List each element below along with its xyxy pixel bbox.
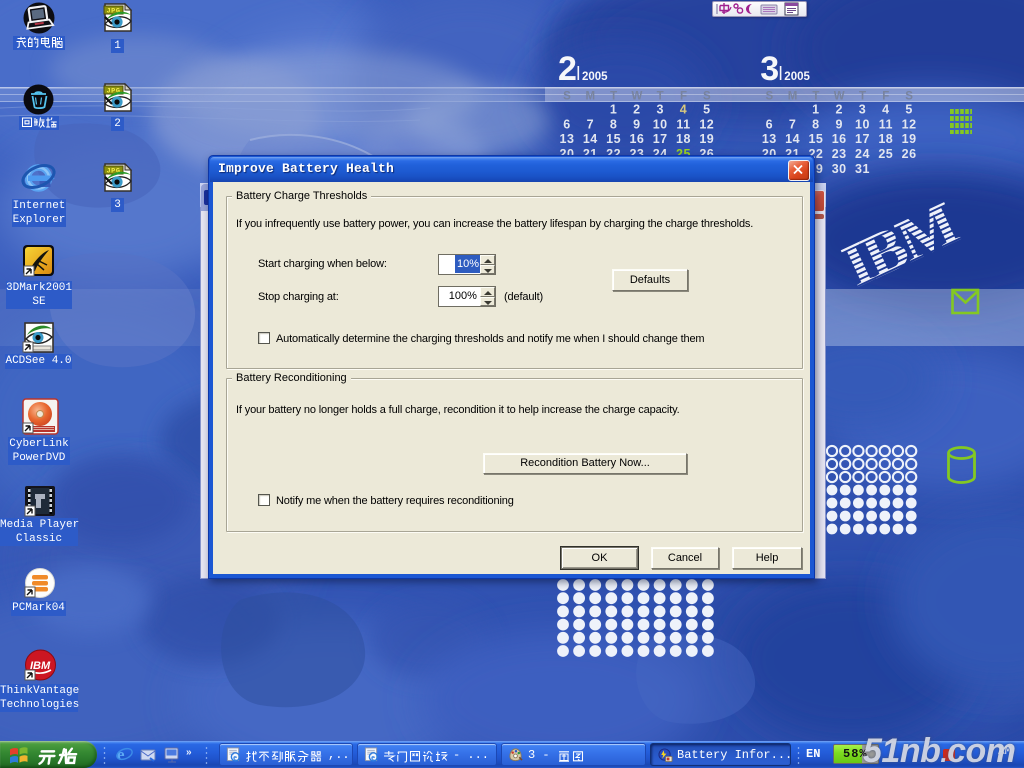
svg-text:2: 2 [558,50,577,88]
svg-text:13: 13 [762,132,777,146]
svg-text:19: 19 [699,132,714,146]
svg-text:9: 9 [835,117,842,131]
svg-text:W: W [834,91,845,103]
svg-text:3: 3 [859,103,866,117]
svg-text:8: 8 [812,117,819,131]
svg-text:2005: 2005 [582,71,608,83]
svg-text:18: 18 [676,132,691,146]
svg-text:4: 4 [680,103,687,117]
svg-text:T: T [657,91,664,103]
svg-text:T: T [859,91,866,103]
svg-text:1: 1 [812,103,819,117]
svg-text:F: F [680,91,687,103]
svg-text:13: 13 [560,132,575,146]
svg-text:2: 2 [835,103,842,117]
svg-text:11: 11 [879,117,893,131]
svg-text:17: 17 [653,132,668,146]
svg-text:7: 7 [587,117,594,131]
svg-text:16: 16 [832,132,847,146]
svg-text:12: 12 [902,117,917,131]
svg-text:30: 30 [832,162,847,176]
svg-text:5: 5 [703,103,710,117]
svg-text:e: e [371,752,375,762]
svg-text:F: F [882,91,889,103]
svg-text:15: 15 [808,132,823,146]
svg-text:25: 25 [878,147,893,161]
svg-text:5: 5 [905,103,912,117]
svg-text:3: 3 [760,50,779,88]
svg-text:2005: 2005 [784,71,810,83]
svg-text:6: 6 [563,117,570,131]
svg-text:7: 7 [789,117,796,131]
svg-text:31: 31 [855,162,870,176]
svg-text:23: 23 [832,147,847,161]
svg-text:18: 18 [878,132,893,146]
svg-text:4: 4 [882,103,889,117]
svg-text:e: e [233,752,237,762]
svg-text:S: S [905,91,913,103]
svg-text:14: 14 [583,132,598,146]
svg-text:16: 16 [629,132,644,146]
svg-text:14: 14 [785,132,800,146]
svg-text:W: W [631,91,642,103]
svg-text:6: 6 [766,117,773,131]
svg-text:2: 2 [633,103,640,117]
svg-text:3: 3 [656,103,663,117]
svg-text:S: S [703,91,711,103]
svg-text:8: 8 [610,117,617,131]
svg-text:12: 12 [699,117,714,131]
svg-text:S: S [765,91,773,103]
svg-text:11: 11 [676,117,690,131]
svg-text:M: M [788,91,798,103]
svg-text:10: 10 [855,117,870,131]
svg-text:19: 19 [902,132,917,146]
svg-text:24: 24 [855,147,870,161]
svg-text:10: 10 [653,117,668,131]
svg-text:T: T [812,91,819,103]
svg-text:26: 26 [902,147,917,161]
svg-text:17: 17 [855,132,870,146]
svg-text:9: 9 [633,117,640,131]
svg-text:T: T [610,91,617,103]
svg-text:15: 15 [606,132,621,146]
svg-text:1: 1 [610,103,617,117]
svg-text:M: M [586,91,596,103]
svg-text:S: S [563,91,571,103]
